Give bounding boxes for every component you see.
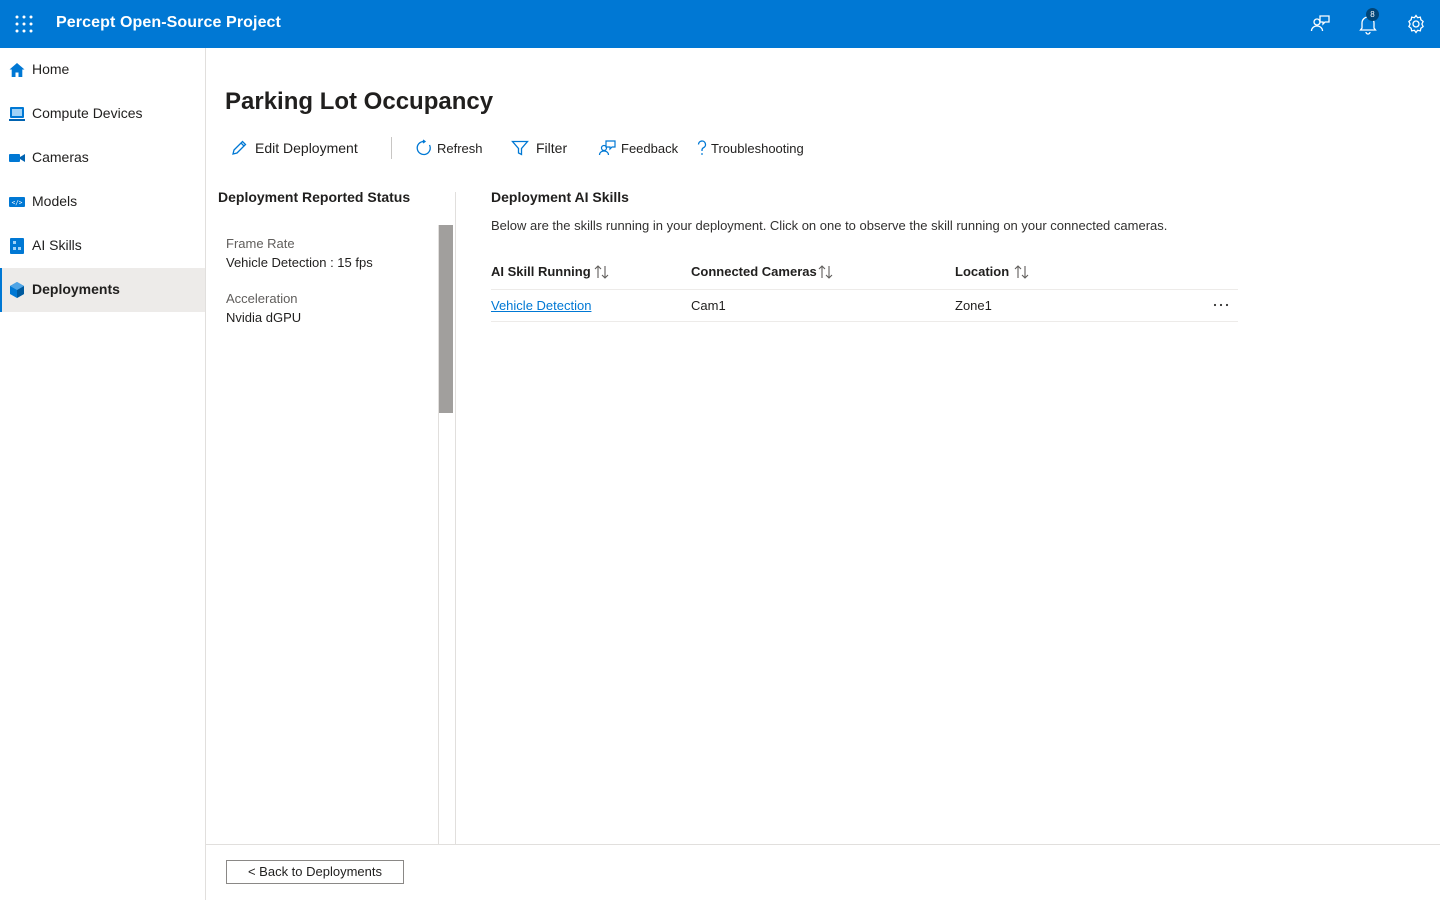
sidebar-item-label: AI Skills — [32, 237, 82, 253]
sidebar-item-cameras[interactable]: Cameras — [0, 136, 205, 180]
sidebar-item-label: Models — [32, 193, 78, 209]
gear-icon[interactable] — [1404, 12, 1428, 36]
sidebar-item-label: Cameras — [32, 149, 89, 165]
compute-device-icon — [8, 105, 26, 123]
feedback-icon — [598, 140, 616, 156]
column-header-location[interactable]: Location — [955, 264, 1009, 279]
skills-panel-title: Deployment AI Skills — [491, 189, 629, 205]
status-scrollbar-thumb[interactable] — [439, 225, 453, 413]
edit-deployment-button[interactable]: Edit Deployment — [230, 138, 365, 160]
edit-deployment-label: Edit Deployment — [255, 140, 358, 156]
table-row-divider — [491, 321, 1238, 322]
notification-badge: 8 — [1366, 8, 1379, 21]
location-cell: Zone1 — [955, 298, 992, 313]
sidebar: Home Compute Devices Cameras </> Models … — [0, 48, 206, 900]
sidebar-item-ai-skills[interactable]: AI Skills — [0, 224, 205, 268]
skills-panel-description: Below are the skills running in your dep… — [491, 218, 1168, 233]
sidebar-item-models[interactable]: </> Models — [0, 180, 205, 224]
filter-icon — [511, 140, 529, 156]
panel-divider — [455, 192, 456, 845]
refresh-icon — [416, 139, 431, 156]
feedback-people-icon[interactable] — [1308, 12, 1332, 36]
acceleration-value: Nvidia dGPU — [226, 310, 302, 325]
pencil-icon — [232, 140, 247, 155]
deployment-icon — [8, 281, 26, 299]
table-header-divider — [491, 289, 1238, 290]
sort-icon[interactable] — [817, 264, 834, 280]
model-icon: </> — [8, 193, 26, 211]
troubleshooting-label: Troubleshooting — [711, 141, 804, 156]
sidebar-item-compute-devices[interactable]: Compute Devices — [0, 92, 205, 136]
bell-icon[interactable]: 8 — [1356, 8, 1380, 36]
sidebar-item-home[interactable]: Home — [0, 48, 205, 92]
refresh-button[interactable]: Refresh — [415, 138, 485, 160]
sidebar-item-label: Deployments — [32, 281, 120, 297]
column-header-connected-cameras[interactable]: Connected Cameras — [691, 264, 817, 279]
command-divider — [391, 137, 392, 159]
top-bar: Percept Open-Source Project 8 — [0, 0, 1440, 48]
question-icon — [697, 140, 707, 155]
skill-link[interactable]: Vehicle Detection — [491, 298, 591, 313]
filter-label: Filter — [536, 140, 568, 156]
status-panel-title: Deployment Reported Status — [218, 189, 411, 205]
camera-cell: Cam1 — [691, 298, 726, 313]
feedback-button[interactable]: Feedback — [598, 138, 678, 160]
ai-skill-icon — [8, 237, 26, 255]
sidebar-item-deployments[interactable]: Deployments — [0, 268, 205, 312]
refresh-label: Refresh — [437, 141, 483, 156]
more-options-icon[interactable] — [1210, 296, 1232, 314]
column-header-ai-skill[interactable]: AI Skill Running — [491, 264, 591, 279]
back-to-deployments-button[interactable]: < Back to Deployments — [226, 860, 404, 884]
waffle-icon[interactable] — [14, 14, 34, 34]
svg-text:</>: </> — [12, 200, 23, 207]
sort-icon[interactable] — [1013, 264, 1030, 280]
sidebar-item-label: Home — [32, 61, 70, 77]
acceleration-label: Acceleration — [226, 291, 298, 306]
frame-rate-label: Frame Rate — [226, 236, 295, 251]
home-icon — [8, 61, 26, 79]
camera-icon — [8, 149, 26, 167]
troubleshooting-button[interactable]: Troubleshooting — [693, 138, 804, 160]
feedback-label: Feedback — [621, 141, 679, 156]
sort-icon[interactable] — [593, 264, 610, 280]
filter-button[interactable]: Filter — [511, 138, 573, 160]
page-title: Parking Lot Occupancy — [225, 88, 494, 115]
sidebar-item-label: Compute Devices — [32, 105, 143, 121]
app-title[interactable]: Percept Open-Source Project — [56, 14, 281, 32]
frame-rate-value: Vehicle Detection : 15 fps — [226, 255, 373, 270]
footer-divider — [206, 844, 1440, 845]
